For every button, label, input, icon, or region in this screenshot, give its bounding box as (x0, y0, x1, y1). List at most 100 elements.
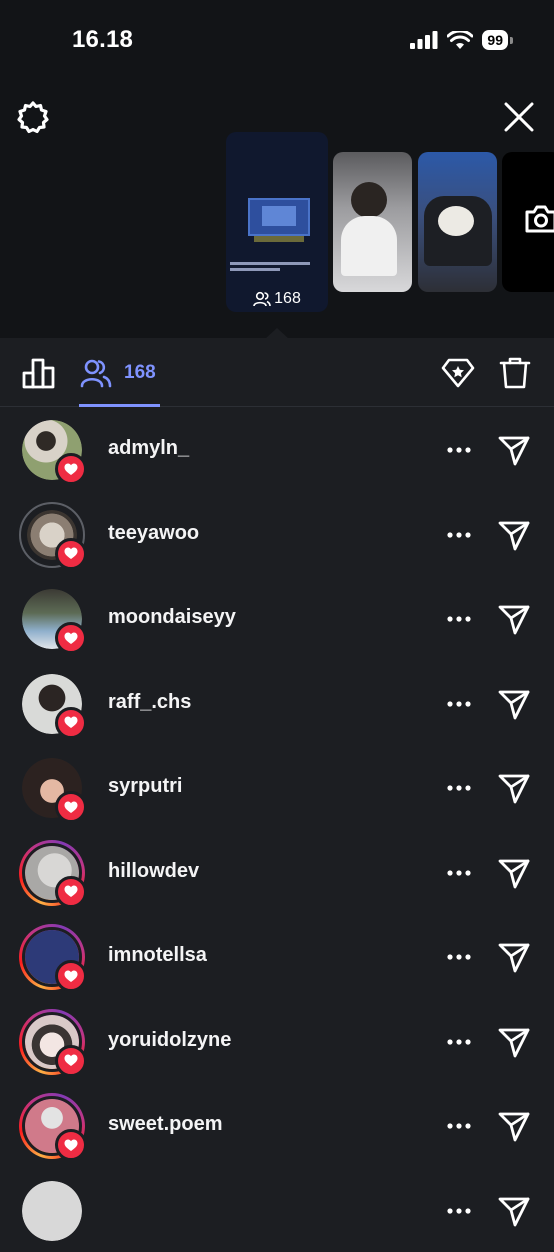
heart-icon (64, 1139, 78, 1152)
viewers-icon (253, 291, 271, 307)
like-heart-badge (55, 791, 87, 823)
viewer-row[interactable]: syrputri (0, 745, 554, 830)
story-preview-caption (230, 262, 324, 274)
more-options-icon[interactable] (447, 701, 471, 707)
send-message-icon[interactable] (497, 1109, 531, 1143)
viewer-row[interactable]: raff_.chs (0, 661, 554, 746)
like-heart-badge (55, 960, 87, 992)
viewer-row[interactable]: imnotellsa (0, 914, 554, 999)
like-heart-badge (55, 1129, 87, 1161)
send-message-icon[interactable] (497, 433, 531, 467)
more-options-icon[interactable] (447, 954, 471, 960)
viewers-tab-icon (80, 358, 112, 388)
avatar[interactable] (19, 924, 85, 990)
viewers-tab-count: 168 (124, 362, 156, 384)
avatar[interactable] (19, 417, 85, 483)
viewer-username[interactable]: raff_.chs (108, 691, 191, 714)
viewer-username[interactable]: hillowdev (108, 860, 199, 883)
like-heart-badge (55, 538, 87, 570)
viewer-username[interactable]: syrputri (108, 775, 182, 798)
story-viewer-count-text: 168 (274, 290, 301, 308)
viewer-row[interactable]: teeyawoo (0, 492, 554, 577)
viewer-username[interactable]: teeyawoo (108, 522, 199, 545)
viewer-row[interactable]: yoruidolzyne (0, 999, 554, 1084)
send-message-icon[interactable] (497, 1194, 531, 1228)
insights-bar-chart-icon[interactable] (22, 357, 56, 389)
settings-gear-icon[interactable] (16, 100, 50, 134)
avatar[interactable] (19, 1093, 85, 1159)
viewer-list: admyln_ teeyawoo (0, 407, 554, 1252)
avatar[interactable] (19, 1009, 85, 1075)
status-icons: 99 (410, 30, 508, 50)
like-heart-badge (55, 876, 87, 908)
avatar[interactable] (19, 586, 85, 652)
delete-trash-icon[interactable] (499, 356, 531, 390)
like-heart-badge (55, 453, 87, 485)
more-options-icon[interactable] (447, 1208, 471, 1214)
story-thumbnail-current[interactable]: 168 (226, 132, 328, 312)
more-options-icon[interactable] (447, 616, 471, 622)
heart-icon (64, 716, 78, 729)
close-icon[interactable] (503, 101, 535, 133)
avatar[interactable] (19, 755, 85, 821)
story-thumbnail-2[interactable] (333, 152, 412, 292)
heart-icon (64, 463, 78, 476)
like-heart-badge (55, 707, 87, 739)
viewer-row[interactable]: moondaiseyy (0, 576, 554, 661)
heart-icon (64, 632, 78, 645)
viewer-row[interactable]: admyln_ (0, 407, 554, 492)
thumbnail-figure (351, 182, 387, 218)
send-message-icon[interactable] (497, 602, 531, 636)
story-ring (19, 1181, 85, 1247)
avatar-frame (22, 1181, 82, 1241)
highlight-diamond-icon[interactable] (441, 357, 475, 389)
like-heart-badge (55, 1045, 87, 1077)
heart-icon (64, 547, 78, 560)
send-message-icon[interactable] (497, 856, 531, 890)
heart-icon (64, 801, 78, 814)
send-message-icon[interactable] (497, 518, 531, 552)
send-message-icon[interactable] (497, 771, 531, 805)
camera-icon (524, 204, 554, 234)
tab-viewers[interactable]: 168 (79, 338, 160, 406)
viewer-username[interactable]: sweet.poem (108, 1113, 222, 1136)
send-message-icon[interactable] (497, 940, 531, 974)
viewer-username[interactable]: admyln_ (108, 437, 189, 460)
thumbnail-figure-body (341, 216, 397, 276)
send-message-icon[interactable] (497, 687, 531, 721)
viewer-username[interactable]: yoruidolzyne (108, 1029, 231, 1052)
wifi-icon (447, 31, 473, 50)
more-options-icon[interactable] (447, 785, 471, 791)
story-thumbnail-3[interactable] (418, 152, 497, 292)
like-heart-badge (55, 622, 87, 654)
thumbnail-crowd (424, 196, 492, 266)
more-options-icon[interactable] (447, 1039, 471, 1045)
avatar[interactable] (19, 671, 85, 737)
heart-icon (64, 1054, 78, 1067)
story-preview-detail (254, 236, 304, 242)
more-options-icon[interactable] (447, 1123, 471, 1129)
viewer-row[interactable]: sweet.poem (0, 1083, 554, 1168)
battery-indicator: 99 (482, 30, 508, 50)
signal-icon (410, 31, 438, 49)
viewer-tabs: 168 (0, 338, 554, 407)
status-time: 16.18 (72, 26, 133, 54)
story-preview-image (248, 198, 310, 236)
viewer-row[interactable] (0, 1168, 554, 1252)
more-options-icon[interactable] (447, 532, 471, 538)
avatar[interactable] (19, 502, 85, 568)
viewer-row[interactable]: hillowdev (0, 830, 554, 915)
story-thumbnails: 168 (0, 132, 554, 312)
viewer-username[interactable]: moondaiseyy (108, 606, 236, 629)
more-options-icon[interactable] (447, 870, 471, 876)
heart-icon (64, 885, 78, 898)
story-header: 16.18 99 (0, 0, 554, 338)
story-thumbnail-camera[interactable] (502, 152, 554, 292)
viewer-username[interactable]: imnotellsa (108, 944, 207, 967)
send-message-icon[interactable] (497, 1025, 531, 1059)
avatar[interactable] (19, 840, 85, 906)
story-viewer-count[interactable]: 168 (226, 290, 328, 308)
profile-picture (22, 1181, 82, 1241)
more-options-icon[interactable] (447, 447, 471, 453)
avatar[interactable] (19, 1178, 85, 1244)
